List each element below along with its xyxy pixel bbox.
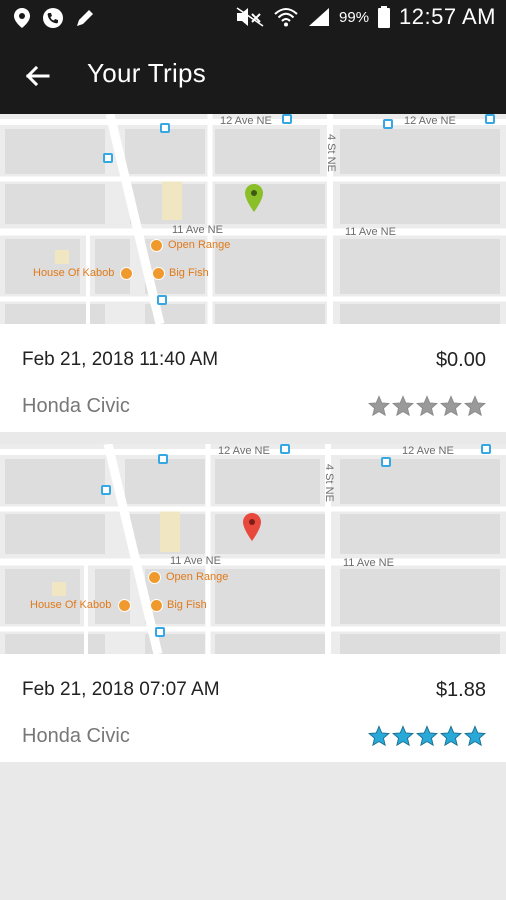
street-label: 11 Ave NE [343, 557, 394, 569]
poi-label: House Of Kabob [33, 267, 115, 279]
trip-car: Honda Civic [22, 725, 130, 747]
rating-stars [368, 395, 486, 417]
transit-icon [383, 119, 393, 129]
map-pin-icon [245, 184, 263, 212]
wifi-icon [274, 8, 298, 27]
star-filled-icon [368, 725, 390, 747]
star-empty-icon [392, 395, 414, 417]
status-bar: 99% 12:57 AM [0, 0, 506, 36]
street-label: 12 Ave NE [404, 115, 456, 127]
star-empty-icon [368, 395, 390, 417]
restaurant-icon [120, 267, 133, 280]
map-streets [0, 444, 506, 654]
battery-icon [378, 6, 391, 28]
street-label: 12 Ave NE [402, 445, 454, 457]
back-button[interactable] [20, 58, 56, 94]
restaurant-icon [118, 599, 131, 612]
page-title: Your Trips [87, 58, 207, 88]
trip-card[interactable]: 12 Ave NE 12 Ave NE 11 Ave NE 11 Ave NE … [0, 114, 506, 432]
street-label: 4 St NE [325, 134, 337, 172]
trip-car: Honda Civic [22, 395, 130, 417]
transit-icon [280, 444, 290, 454]
street-label: 11 Ave NE [345, 226, 396, 238]
restaurant-icon [150, 599, 163, 612]
poi-label: Big Fish [169, 267, 209, 279]
poi-label: Open Range [166, 571, 229, 583]
star-filled-icon [392, 725, 414, 747]
transit-icon [160, 123, 170, 133]
map-pin-icon [243, 513, 261, 541]
restaurant-icon [150, 239, 163, 252]
transit-icon [101, 485, 111, 495]
trip-card[interactable]: 12 Ave NE 12 Ave NE 11 Ave NE 11 Ave NE … [0, 444, 506, 762]
arrow-left-icon [25, 65, 50, 87]
street-label: 12 Ave NE [218, 445, 270, 457]
star-filled-icon [416, 725, 438, 747]
transit-icon [485, 114, 495, 124]
status-right-icons: 99% 12:57 AM [235, 4, 496, 30]
restaurant-icon [148, 571, 161, 584]
poi-label: House Of Kabob [30, 599, 112, 611]
trip-fare: $0.00 [435, 349, 486, 371]
poi-label: Big Fish [167, 599, 207, 611]
trip-map: 12 Ave NE 12 Ave NE 11 Ave NE 11 Ave NE … [0, 444, 506, 654]
battery-percent: 99% [339, 8, 370, 26]
star-filled-icon [440, 725, 462, 747]
poi-label: Open Range [168, 239, 231, 251]
street-label: 4 St NE [323, 464, 335, 502]
phone-icon [43, 8, 63, 28]
signal-icon [309, 8, 330, 26]
street-label: 12 Ave NE [220, 115, 272, 127]
transit-icon [158, 454, 168, 464]
restaurant-icon [152, 267, 165, 280]
transit-icon [381, 457, 391, 467]
mute-icon [236, 7, 264, 27]
location-icon [14, 8, 30, 28]
transit-icon [103, 153, 113, 163]
star-empty-icon [464, 395, 486, 417]
trip-date: Feb 21, 2018 11:40 AM [22, 349, 219, 370]
transit-icon [282, 114, 292, 124]
app-bar: Your Trips [0, 36, 506, 114]
street-label: 11 Ave NE [170, 555, 221, 567]
trip-date: Feb 21, 2018 07:07 AM [22, 679, 220, 700]
pen-icon [77, 10, 93, 26]
trip-fare: $1.88 [435, 679, 486, 701]
star-empty-icon [440, 395, 462, 417]
transit-icon [481, 444, 491, 454]
trip-map: 12 Ave NE 12 Ave NE 11 Ave NE 11 Ave NE … [0, 114, 506, 324]
star-filled-icon [464, 725, 486, 747]
status-left-icons [12, 7, 96, 29]
rating-stars [368, 725, 486, 747]
transit-icon [157, 295, 167, 305]
clock: 12:57 AM [399, 4, 496, 29]
street-label: 11 Ave NE [172, 224, 223, 236]
star-empty-icon [416, 395, 438, 417]
map-streets [0, 114, 506, 324]
transit-icon [155, 627, 165, 637]
